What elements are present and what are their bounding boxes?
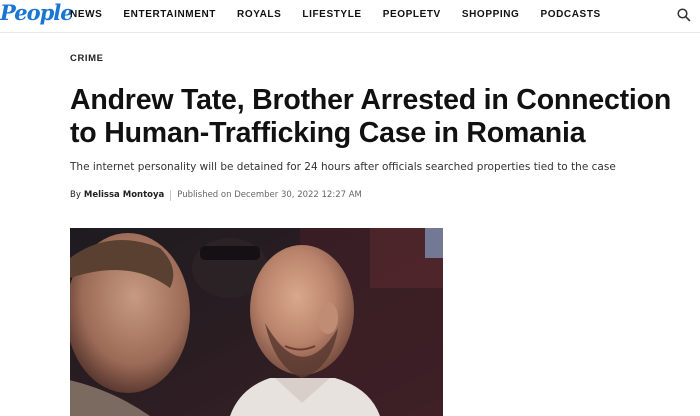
search-button[interactable] — [676, 7, 692, 23]
article-headline: Andrew Tate, Brother Arrested in Connect… — [70, 84, 672, 149]
byline-divider — [170, 189, 172, 201]
byline-prefix: By — [70, 190, 81, 200]
hero-photo-illustration — [70, 228, 443, 416]
nav-item-shopping[interactable]: SHOPPING — [462, 9, 520, 21]
main-nav: NEWS ENTERTAINMENT ROYALS LIFESTYLE PEOP… — [70, 9, 622, 21]
hero-image — [70, 228, 443, 416]
top-navigation: People NEWS ENTERTAINMENT ROYALS LIFESTY… — [0, 0, 700, 33]
nav-item-entertainment[interactable]: ENTERTAINMENT — [123, 9, 216, 21]
nav-item-peopletv[interactable]: PEOPLETV — [383, 9, 441, 21]
author-link[interactable]: Melissa Montoya — [84, 189, 164, 201]
publish-date: Published on December 30, 2022 12:27 AM — [177, 190, 362, 200]
search-icon — [677, 8, 691, 22]
nav-item-news[interactable]: NEWS — [70, 9, 102, 21]
nav-item-royals[interactable]: ROYALS — [237, 9, 281, 21]
people-logo[interactable]: People — [0, 0, 74, 28]
nav-item-podcasts[interactable]: PODCASTS — [540, 9, 600, 21]
article-category[interactable]: CRIME — [70, 53, 104, 65]
byline: By Melissa Montoya Published on December… — [70, 189, 362, 201]
article-dek: The internet personality will be detaine… — [70, 161, 616, 173]
nav-item-lifestyle[interactable]: LIFESTYLE — [302, 9, 361, 21]
